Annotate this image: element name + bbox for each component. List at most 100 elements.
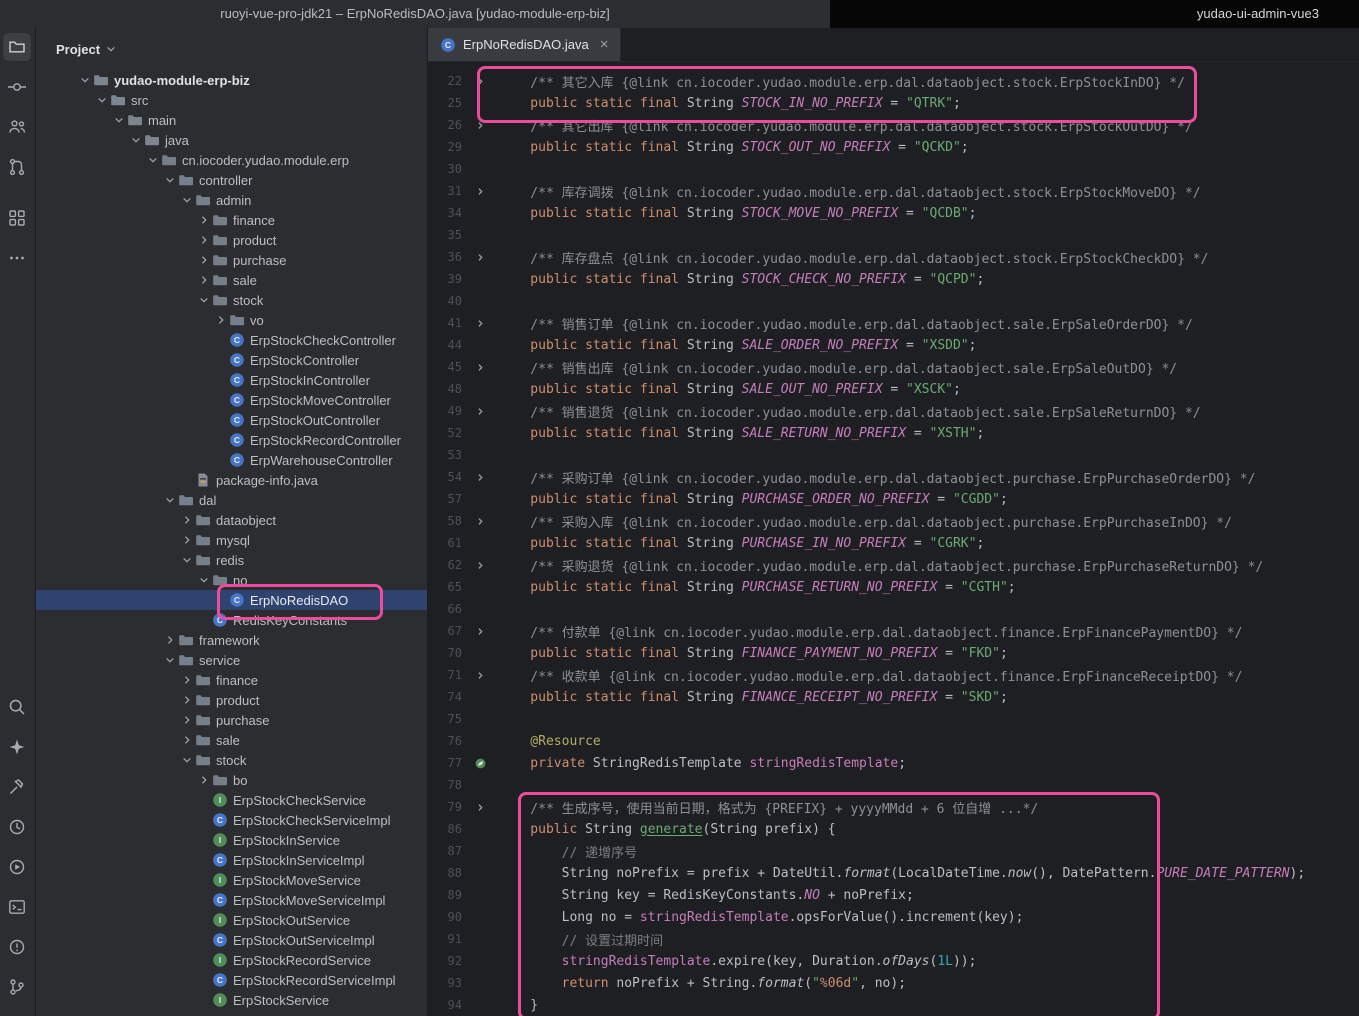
code-text[interactable]: /** 库存调拨 {@link cn.iocoder.yudao.module.… xyxy=(499,182,1201,201)
chevron-right-icon[interactable] xyxy=(161,632,178,648)
line-number[interactable]: 40 xyxy=(428,294,462,308)
code-line-34[interactable]: 34 public static final String STOCK_MOVE… xyxy=(428,202,1359,224)
code-text[interactable]: @Resource xyxy=(499,734,601,749)
tree-item-stock[interactable]: stock xyxy=(36,750,427,770)
tree-item-no[interactable]: no xyxy=(36,570,427,590)
code-line-87[interactable]: 87 // 递增序号 xyxy=(428,840,1359,862)
code-text[interactable]: /** 销售订单 {@link cn.iocoder.yudao.module.… xyxy=(499,314,1193,333)
chevron-right-icon[interactable] xyxy=(195,772,212,788)
code-line-36[interactable]: 36 /** 库存盘点 {@link cn.iocoder.yudao.modu… xyxy=(428,246,1359,268)
tree-item-ErpStockRecordServiceImpl[interactable]: CErpStockRecordServiceImpl xyxy=(36,970,427,990)
code-line-31[interactable]: 31 /** 库存调拨 {@link cn.iocoder.yudao.modu… xyxy=(428,180,1359,202)
line-number[interactable]: 62 xyxy=(428,558,462,572)
fold-arrow-icon[interactable] xyxy=(462,361,499,374)
tree-item-yudao-module-erp-biz[interactable]: yudao-module-erp-biz xyxy=(36,70,427,90)
chevron-down-icon[interactable] xyxy=(178,552,195,568)
code-line-62[interactable]: 62 /** 采购退货 {@link cn.iocoder.yudao.modu… xyxy=(428,554,1359,576)
line-number[interactable]: 94 xyxy=(428,998,462,1012)
line-number[interactable]: 67 xyxy=(428,624,462,638)
code-line-77[interactable]: 77 private StringRedisTemplate stringRed… xyxy=(428,752,1359,774)
tree-item-service[interactable]: service xyxy=(36,650,427,670)
tree-item-ErpStockMoveController[interactable]: CErpStockMoveController xyxy=(36,390,427,410)
line-number[interactable]: 52 xyxy=(428,426,462,440)
chevron-right-icon[interactable] xyxy=(195,272,212,288)
line-number[interactable]: 45 xyxy=(428,360,462,374)
code-line-26[interactable]: 26 /** 其它出库 {@link cn.iocoder.yudao.modu… xyxy=(428,114,1359,136)
code-line-45[interactable]: 45 /** 销售出库 {@link cn.iocoder.yudao.modu… xyxy=(428,356,1359,378)
line-number[interactable]: 76 xyxy=(428,734,462,748)
tree-item-ErpStockCheckController[interactable]: CErpStockCheckController xyxy=(36,330,427,350)
code-line-79[interactable]: 79 /** 生成序号，使用当前日期，格式为 {PREFIX} + yyyyMM… xyxy=(428,796,1359,818)
line-number[interactable]: 92 xyxy=(428,954,462,968)
code-line-22[interactable]: 22 /** 其它入库 {@link cn.iocoder.yudao.modu… xyxy=(428,70,1359,92)
tree-item-mysql[interactable]: mysql xyxy=(36,530,427,550)
chevron-down-icon[interactable] xyxy=(161,172,178,188)
tree-item-src[interactable]: src xyxy=(36,90,427,110)
tree-item-ErpStockInController[interactable]: CErpStockInController xyxy=(36,370,427,390)
code-text[interactable]: public static final String STOCK_OUT_NO_… xyxy=(499,140,969,155)
tree-item-ErpStockOutController[interactable]: CErpStockOutController xyxy=(36,410,427,430)
code-text[interactable]: /** 采购退货 {@link cn.iocoder.yudao.module.… xyxy=(499,556,1263,575)
tree-item-package-info.java[interactable]: package-info.java xyxy=(36,470,427,490)
code-line-88[interactable]: 88 String noPrefix = prefix + DateUtil.f… xyxy=(428,862,1359,884)
code-text[interactable]: // 递增序号 xyxy=(499,842,637,861)
code-line-30[interactable]: 30 xyxy=(428,158,1359,180)
line-number[interactable]: 36 xyxy=(428,250,462,264)
code-line-41[interactable]: 41 /** 销售订单 {@link cn.iocoder.yudao.modu… xyxy=(428,312,1359,334)
code-line-92[interactable]: 92 stringRedisTemplate.expire(key, Durat… xyxy=(428,950,1359,972)
line-number[interactable]: 65 xyxy=(428,580,462,594)
chevron-down-icon[interactable] xyxy=(161,652,178,668)
commit-tool-icon[interactable] xyxy=(3,73,31,101)
line-number[interactable]: 93 xyxy=(428,976,462,990)
code-text[interactable]: return noPrefix + String.format("%06d", … xyxy=(499,976,906,991)
chevron-down-icon[interactable] xyxy=(104,40,118,58)
chevron-right-icon[interactable] xyxy=(195,212,212,228)
code-line-66[interactable]: 66 xyxy=(428,598,1359,620)
code-text[interactable]: } xyxy=(499,998,538,1013)
build-tool-icon[interactable] xyxy=(3,773,31,801)
terminal-tool-icon[interactable] xyxy=(3,893,31,921)
search-icon[interactable] xyxy=(3,693,31,721)
code-text[interactable]: /** 采购订单 {@link cn.iocoder.yudao.module.… xyxy=(499,468,1255,487)
chevron-down-icon[interactable] xyxy=(195,292,212,308)
project-tool-icon[interactable] xyxy=(3,33,31,61)
tree-item-product[interactable]: product xyxy=(36,690,427,710)
code-text[interactable]: public static final String STOCK_CHECK_N… xyxy=(499,272,984,287)
code-text[interactable]: public static final String SALE_OUT_NO_P… xyxy=(499,382,961,397)
tree-item-finance[interactable]: finance xyxy=(36,210,427,230)
line-number[interactable]: 29 xyxy=(428,140,462,154)
chevron-right-icon[interactable] xyxy=(178,732,195,748)
pull-requests-icon[interactable] xyxy=(3,153,31,181)
chevron-down-icon[interactable] xyxy=(144,152,161,168)
line-number[interactable]: 77 xyxy=(428,756,462,770)
tree-item-ErpStockService[interactable]: IErpStockService xyxy=(36,990,427,1010)
line-number[interactable]: 41 xyxy=(428,316,462,330)
code-line-75[interactable]: 75 xyxy=(428,708,1359,730)
code-text[interactable]: public static final String SALE_ORDER_NO… xyxy=(499,338,976,353)
fold-arrow-icon[interactable] xyxy=(462,625,499,638)
code-text[interactable]: public static final String PURCHASE_RETU… xyxy=(499,580,1016,595)
line-number[interactable]: 31 xyxy=(428,184,462,198)
fold-arrow-icon[interactable] xyxy=(462,119,499,132)
code-text[interactable]: private StringRedisTemplate stringRedisT… xyxy=(499,756,906,771)
fold-arrow-icon[interactable] xyxy=(462,515,499,528)
tree-item-ErpStockMoveServiceImpl[interactable]: CErpStockMoveServiceImpl xyxy=(36,890,427,910)
code-text[interactable]: /** 库存盘点 {@link cn.iocoder.yudao.module.… xyxy=(499,248,1208,267)
line-number[interactable]: 74 xyxy=(428,690,462,704)
tree-item-framework[interactable]: framework xyxy=(36,630,427,650)
line-number[interactable]: 22 xyxy=(428,74,462,88)
line-number[interactable]: 26 xyxy=(428,118,462,132)
line-number[interactable]: 53 xyxy=(428,448,462,462)
line-number[interactable]: 91 xyxy=(428,932,462,946)
code-line-35[interactable]: 35 xyxy=(428,224,1359,246)
line-number[interactable]: 75 xyxy=(428,712,462,726)
code-text[interactable]: /** 销售退货 {@link cn.iocoder.yudao.module.… xyxy=(499,402,1201,421)
code-line-90[interactable]: 90 Long no = stringRedisTemplate.opsForV… xyxy=(428,906,1359,928)
chevron-down-icon[interactable] xyxy=(195,572,212,588)
chevron-right-icon[interactable] xyxy=(178,692,195,708)
tree-item-dal[interactable]: dal xyxy=(36,490,427,510)
fold-arrow-icon[interactable] xyxy=(462,559,499,572)
code-line-53[interactable]: 53 xyxy=(428,444,1359,466)
chevron-right-icon[interactable] xyxy=(178,672,195,688)
chevron-down-icon[interactable] xyxy=(178,752,195,768)
